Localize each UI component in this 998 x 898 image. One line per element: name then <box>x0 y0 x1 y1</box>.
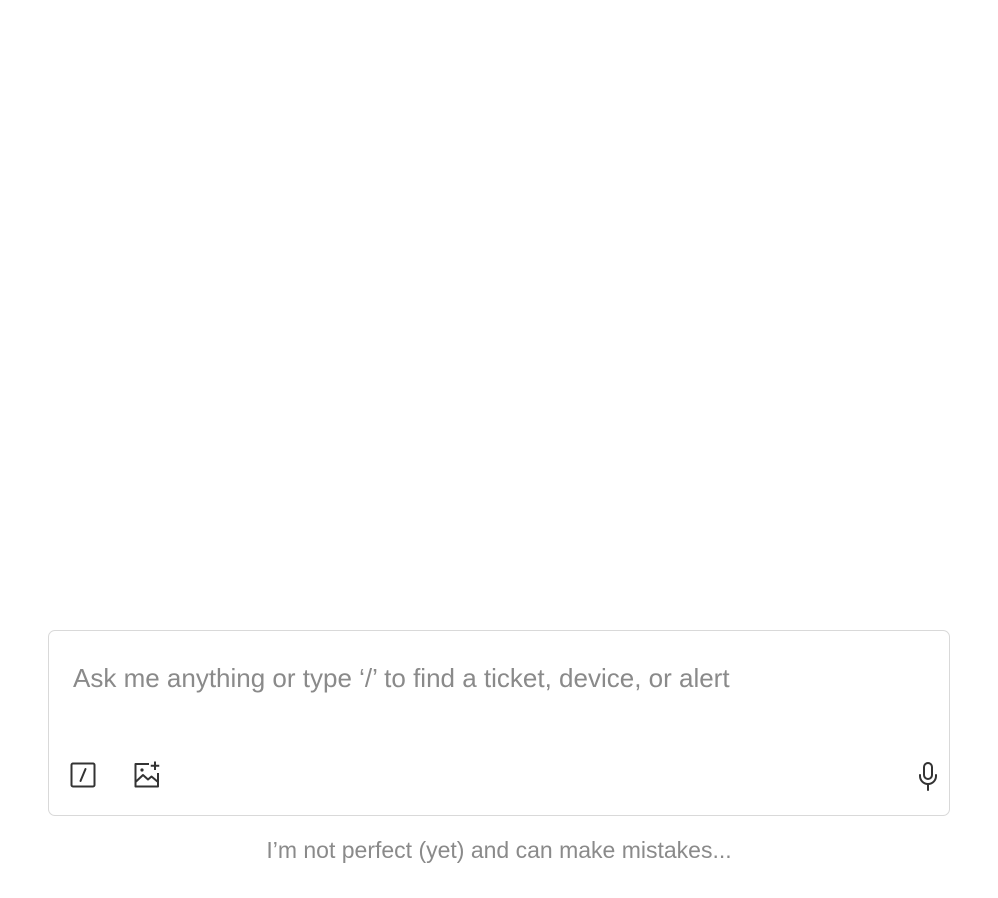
chat-message-area <box>0 0 998 620</box>
add-image-icon <box>133 761 161 789</box>
chat-composer <box>48 630 950 816</box>
disclaimer-text: I’m not perfect (yet) and can make mista… <box>266 837 732 863</box>
chat-input[interactable] <box>73 661 923 695</box>
slash-command-icon <box>70 762 96 788</box>
slash-command-button[interactable] <box>67 759 99 791</box>
microphone-icon <box>917 762 939 792</box>
microphone-button[interactable] <box>912 761 944 793</box>
add-image-button[interactable] <box>131 759 163 791</box>
